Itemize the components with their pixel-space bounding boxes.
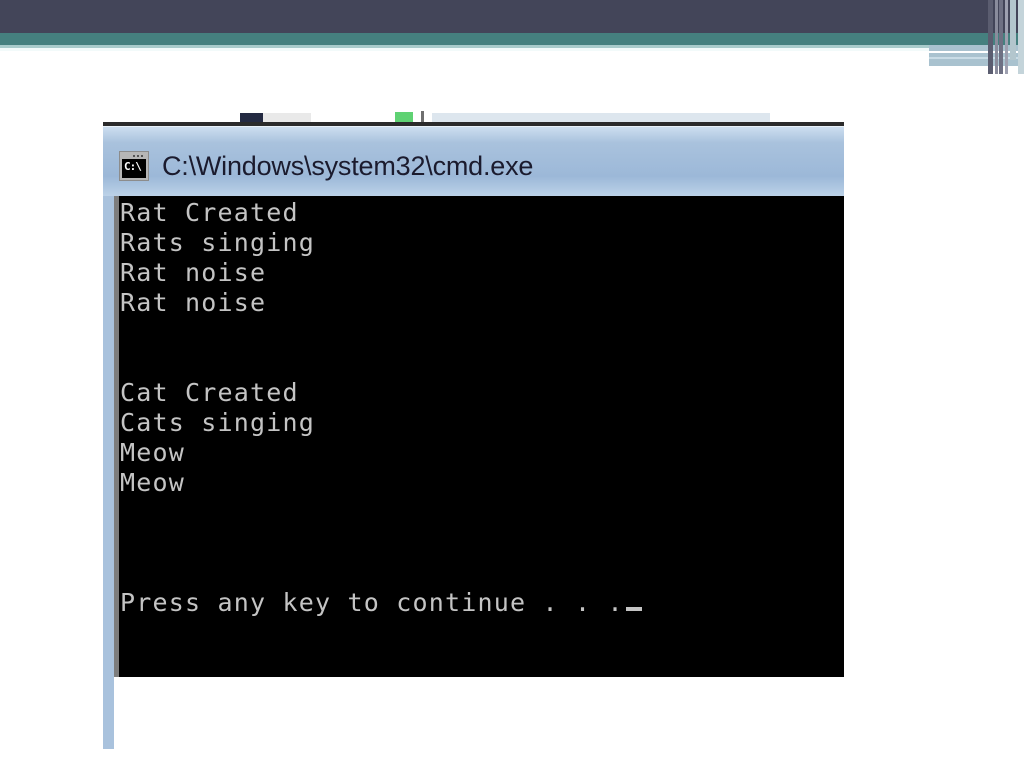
banner-stripe-0 (988, 0, 993, 74)
banner-stripe-3 (1005, 0, 1008, 74)
banner-stripe-1 (995, 0, 998, 74)
cmd-icon-prompt-glyph: C:\ (124, 160, 142, 173)
console-body: Rat Created Rats singing Rat noise Rat nois… (103, 196, 844, 749)
console-line: Rat noise (120, 288, 267, 317)
cmd-console-window[interactable]: C:\ C:\Windows\system32\cmd.exe Rat Crea… (103, 124, 844, 749)
cmd-icon: C:\ (119, 151, 149, 181)
fragment-green-block (395, 112, 413, 122)
slide-banner (0, 0, 1024, 100)
banner-dark-band (0, 0, 1024, 33)
banner-teal-band (0, 33, 1024, 45)
banner-stripe-5 (1018, 0, 1024, 74)
titlebar-content: C:\ C:\Windows\system32\cmd.exe (119, 151, 533, 181)
console-line: Meow (120, 438, 186, 467)
console-output: Rat Created Rats singing Rat noise Rat nois… (120, 198, 642, 618)
cmd-icon-titlebar (122, 154, 146, 159)
fragment-steel-bar (432, 113, 770, 122)
console-line: Rat Created (120, 198, 299, 227)
banner-stripe-4 (1010, 0, 1016, 60)
window-left-edge (103, 268, 114, 749)
banner-stripe-2 (999, 0, 1003, 74)
cmd-icon-screen: C:\ (122, 154, 146, 178)
console-line: Meow (120, 468, 186, 497)
console-cursor (625, 607, 642, 611)
console-line: Rat noise (120, 258, 267, 287)
console-line: Rats singing (120, 228, 316, 257)
fragment-navy-block (240, 113, 263, 122)
window-titlebar[interactable]: C:\ C:\Windows\system32\cmd.exe (103, 124, 844, 196)
banner-white-rule (0, 51, 1024, 53)
banner-steel-band-3 (929, 59, 1024, 66)
fragment-gray-bar (263, 113, 311, 122)
console-prompt-line: Press any key to continue . . . (120, 588, 642, 618)
window-title: C:\Windows\system32\cmd.exe (162, 151, 534, 181)
console-line: Cats singing (120, 408, 316, 437)
console-screen[interactable]: Rat Created Rats singing Rat noise Rat nois… (119, 196, 844, 677)
console-line: Cat Created (120, 378, 299, 407)
console-prompt-text: Press any key to continue . . . (120, 588, 624, 617)
fragment-gray-tick (421, 111, 424, 122)
